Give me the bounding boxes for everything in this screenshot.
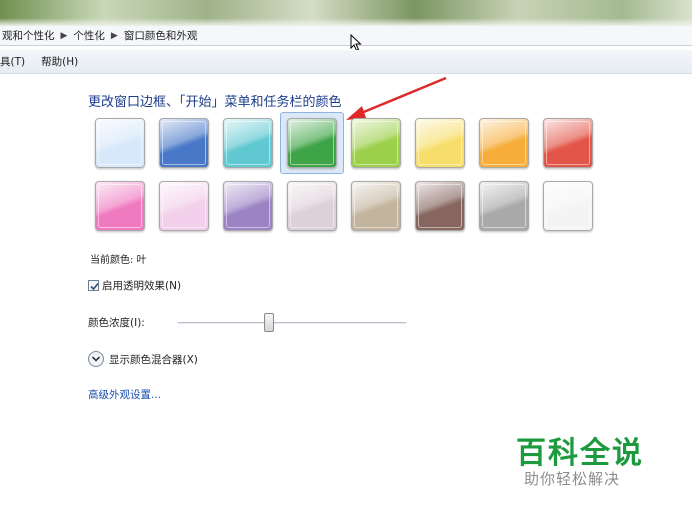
color-mixer-label: 显示颜色混合器(X) — [109, 353, 198, 366]
color-swatch-tile[interactable] — [95, 118, 145, 168]
color-swatch[interactable] — [280, 175, 344, 237]
color-swatch-tile[interactable] — [415, 118, 465, 168]
menu-item-help[interactable]: 帮助(H) — [41, 54, 78, 69]
color-swatch[interactable] — [152, 175, 216, 237]
color-swatch[interactable] — [280, 112, 344, 174]
color-swatch[interactable] — [408, 112, 472, 174]
color-swatch-tile[interactable] — [543, 181, 593, 231]
color-intensity-slider-track[interactable] — [178, 322, 406, 324]
color-swatch-tile[interactable] — [479, 181, 529, 231]
breadcrumb[interactable]: 观和个性化 ▶ 个性化 ▶ 窗口颜色和外观 — [0, 26, 692, 46]
color-swatch-tile[interactable] — [287, 118, 337, 168]
color-swatch-tile[interactable] — [223, 181, 273, 231]
current-color-label: 当前颜色: 叶 — [90, 255, 147, 266]
color-swatch[interactable] — [88, 112, 152, 174]
color-swatch[interactable] — [472, 175, 536, 237]
color-swatch[interactable] — [408, 175, 472, 237]
color-swatch-tile[interactable] — [479, 118, 529, 168]
color-swatch-tile[interactable] — [223, 118, 273, 168]
color-swatch-tile[interactable] — [415, 181, 465, 231]
menu-item-tools[interactable]: 具(T) — [0, 54, 25, 69]
color-swatch-tile[interactable] — [351, 181, 401, 231]
color-mixer-toggle[interactable]: 显示颜色混合器(X) — [88, 351, 198, 367]
color-swatch[interactable] — [88, 175, 152, 237]
color-swatch[interactable] — [216, 112, 280, 174]
transparency-label: 启用透明效果(N) — [102, 280, 182, 292]
color-intensity-slider-thumb[interactable] — [264, 313, 275, 332]
color-swatch-tile[interactable] — [543, 118, 593, 168]
color-intensity-label: 颜色浓度(I): — [88, 317, 145, 329]
checkmark-icon — [90, 282, 99, 291]
breadcrumb-separator-icon: ▶ — [110, 30, 118, 41]
watermark-logo-text: 百科全说 — [516, 436, 644, 471]
breadcrumb-item[interactable]: 窗口颜色和外观 — [124, 28, 198, 43]
color-swatch[interactable] — [472, 112, 536, 174]
color-swatch-tile[interactable] — [287, 181, 337, 231]
desktop-background-strip — [0, 0, 692, 26]
transparency-checkbox[interactable] — [88, 280, 99, 291]
watermark-slogan: 助你轻松解决 — [524, 470, 621, 488]
color-swatch-tile[interactable] — [159, 181, 209, 231]
color-swatch[interactable] — [536, 112, 600, 174]
color-swatch-tile[interactable] — [159, 118, 209, 168]
chevron-down-icon[interactable] — [88, 351, 104, 367]
page-title: 更改窗口边框、「开始」菜单和任务栏的颜色 — [88, 95, 342, 110]
color-swatch[interactable] — [216, 175, 280, 237]
transparency-option[interactable]: 启用透明效果(N) — [88, 278, 181, 293]
color-swatch[interactable] — [152, 112, 216, 174]
color-swatch[interactable] — [344, 175, 408, 237]
color-swatch-tile[interactable] — [95, 181, 145, 231]
color-swatch-tile[interactable] — [351, 118, 401, 168]
breadcrumb-item[interactable]: 观和个性化 — [2, 28, 55, 43]
color-swatch[interactable] — [536, 175, 600, 237]
menu-bar: 具(T) 帮助(H) — [0, 50, 692, 74]
breadcrumb-item[interactable]: 个性化 — [73, 28, 105, 43]
advanced-appearance-link[interactable]: 高级外观设置... — [88, 387, 161, 402]
breadcrumb-separator-icon: ▶ — [60, 30, 68, 41]
color-swatch[interactable] — [344, 112, 408, 174]
